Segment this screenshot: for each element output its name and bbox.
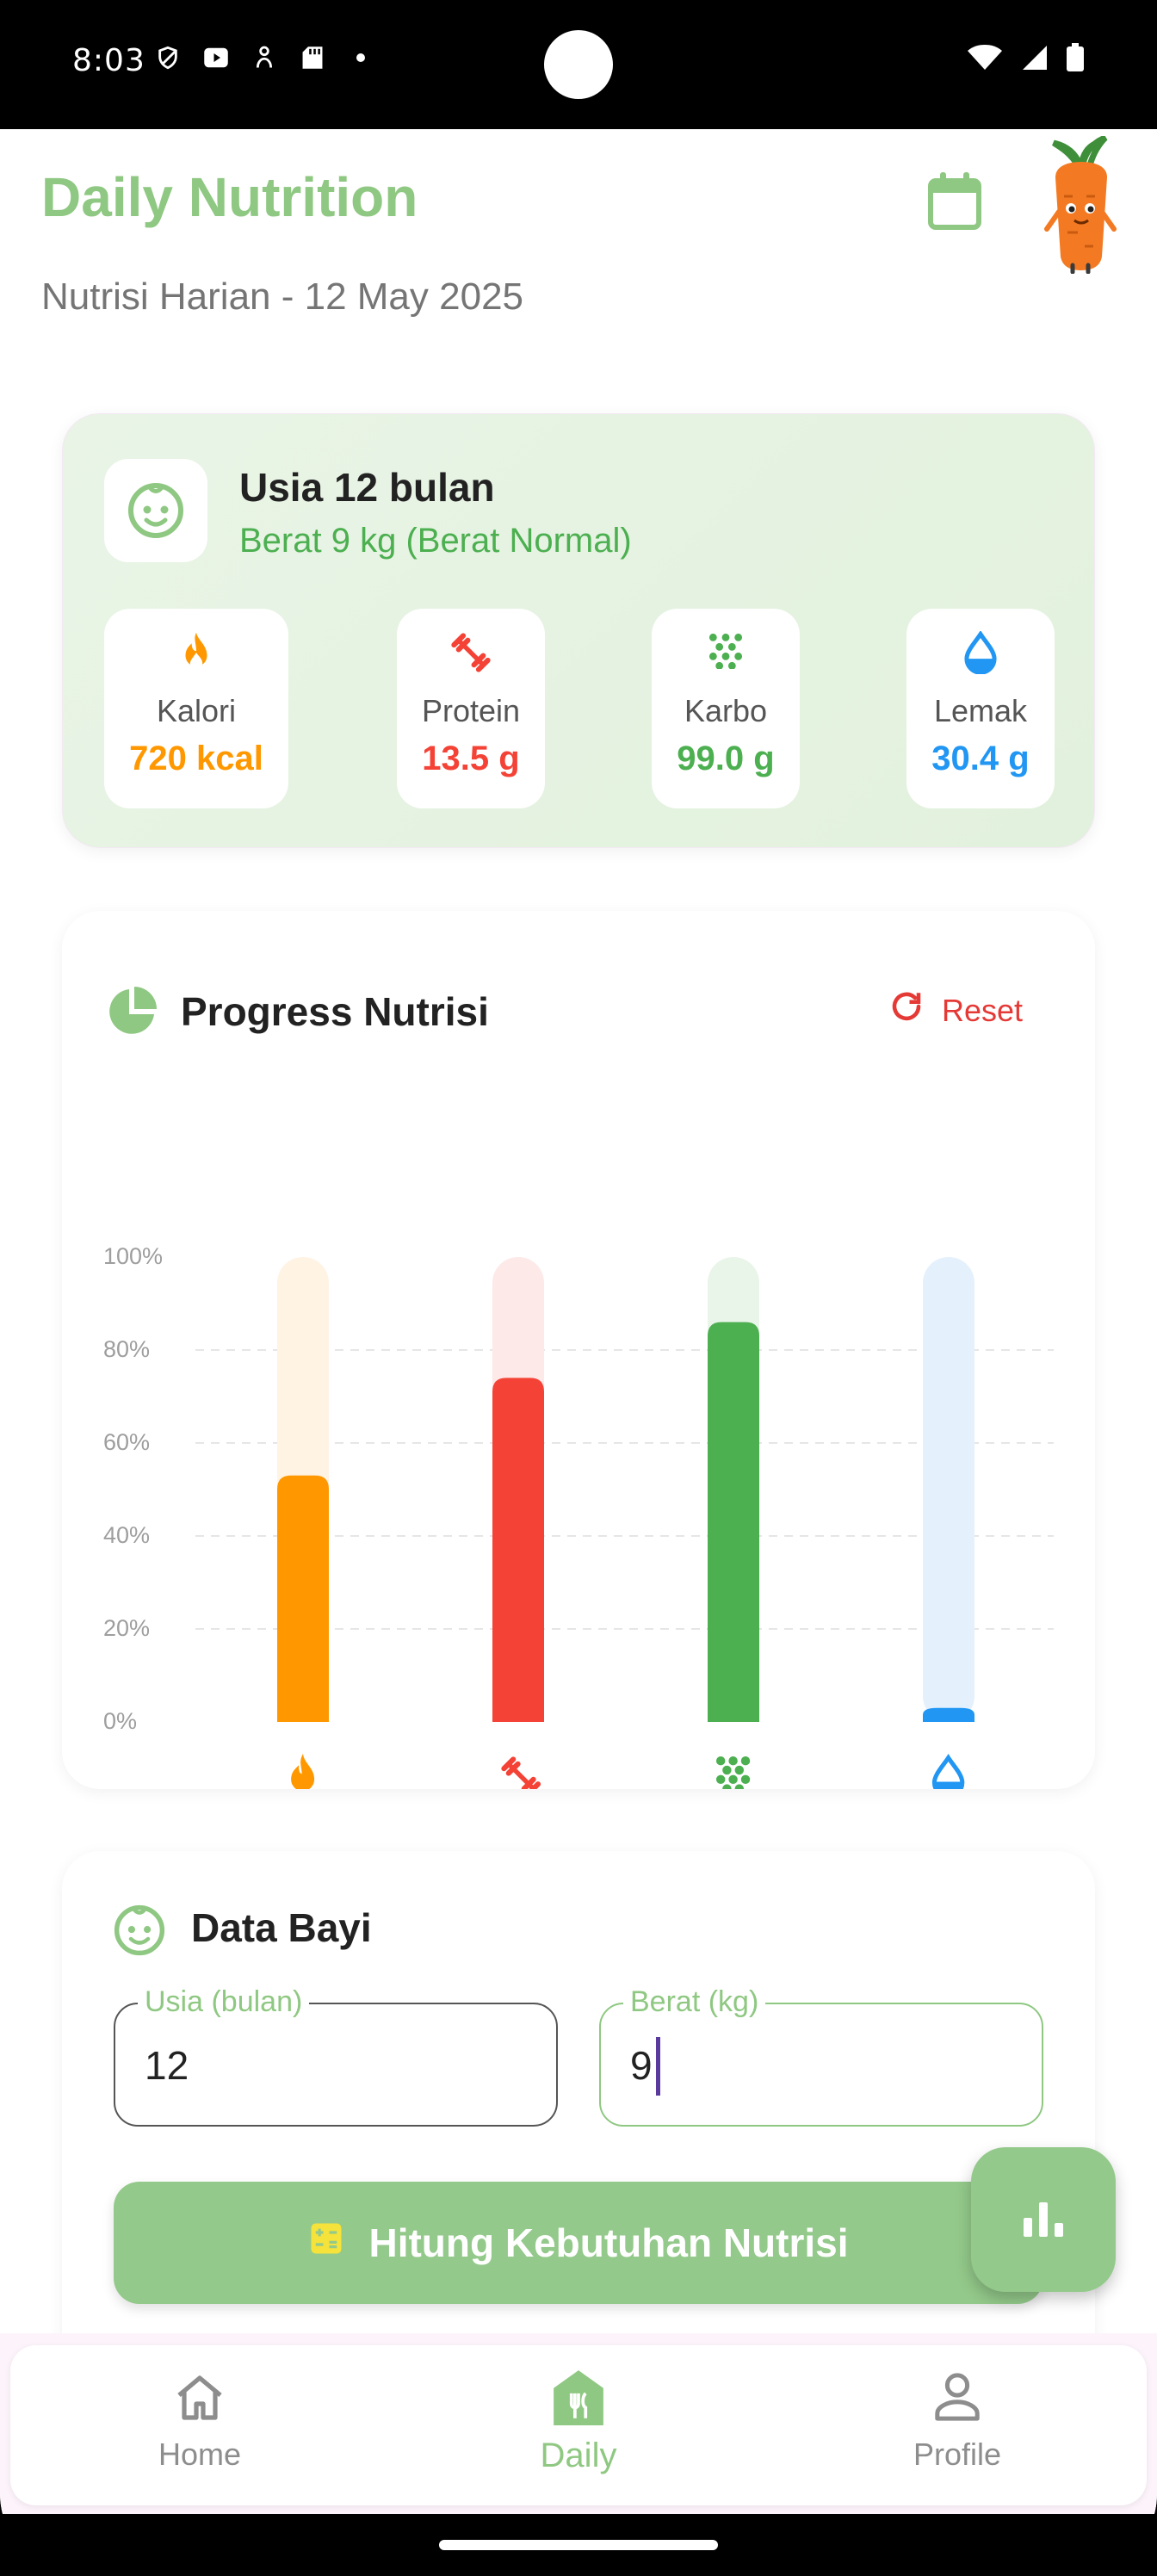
calendar-icon[interactable]: [926, 170, 983, 231]
nutrient-label: Karbo: [684, 693, 768, 728]
baby-data-card: Data Bayi Usia (bulan) Berat (kg) Hitung…: [62, 1851, 1095, 2385]
bottom-navigation: Home Daily Profile: [0, 2333, 1157, 2514]
y-tick-label: 40%: [103, 1522, 150, 1548]
sd-card-icon: [300, 45, 325, 71]
weight-field-label: Berat (kg): [623, 1985, 766, 2019]
y-tick-label: 80%: [103, 1336, 150, 1362]
restaurant-icon: [449, 2362, 708, 2431]
bar-chart-icon: [1022, 2199, 1065, 2241]
status-time: 8:03: [72, 43, 145, 78]
nutrient-value: 13.5 g: [422, 740, 520, 777]
nav-item-daily[interactable]: Daily: [449, 2362, 708, 2492]
baby-status-icon: [251, 45, 277, 71]
weight-input[interactable]: [630, 2035, 1009, 2096]
nutrient-value: 30.4 g: [931, 740, 1030, 777]
calculator-icon: [308, 2220, 344, 2266]
water-drop-icon: [906, 631, 1055, 674]
nutrient-value: 99.0 g: [677, 740, 775, 777]
profile-summary-card: Usia 12 bulan Berat 9 kg (Berat Normal) …: [62, 413, 1095, 848]
wifi-icon: [966, 44, 1004, 76]
app-screen: Daily Nutrition Nutrisi Harian - 12 May …: [0, 129, 1157, 2514]
progress-card: Progress Nutrisi Reset 0% 20% 40% 60% 80% 100…: [62, 911, 1095, 1789]
page-subtitle: Nutrisi Harian - 12 May 2025: [41, 276, 524, 318]
baby-age-text: Usia 12 bulan: [239, 465, 495, 510]
bar-kalori: [277, 1475, 329, 1722]
baby-weight-text: Berat 9 kg (Berat Normal): [239, 522, 632, 560]
play-icon: [203, 45, 229, 71]
nav-profile-label: Profile: [913, 2437, 1002, 2472]
age-field[interactable]: Usia (bulan): [114, 1985, 558, 2127]
carrot-mascot: [1033, 134, 1128, 275]
nutrient-tile-kalori: Kalori 720 kcal: [104, 609, 288, 808]
bar-track: [923, 1257, 974, 1722]
home-icon: [71, 2362, 329, 2431]
shield-icon: [155, 45, 181, 71]
water-drop-icon: [931, 1754, 965, 1789]
page-title: Daily Nutrition: [41, 166, 418, 228]
weight-field[interactable]: Berat (kg): [599, 1985, 1043, 2127]
bar-karbo: [708, 1322, 759, 1722]
person-icon: [828, 2362, 1086, 2431]
baby-data-title: Data Bayi: [191, 1905, 372, 1950]
notification-icons: [155, 45, 374, 71]
fire-icon: [104, 631, 288, 674]
fire-icon: [291, 1754, 315, 1789]
home-indicator: [439, 2540, 718, 2550]
y-tick-label: 20%: [103, 1615, 150, 1641]
dumbbell-icon: [397, 631, 545, 674]
nav-daily-label: Daily: [540, 2437, 617, 2474]
calculate-nutrition-button[interactable]: Hitung Kebutuhan Nutrisi: [114, 2182, 1043, 2304]
bar-protein: [492, 1378, 544, 1722]
nutrient-value: 720 kcal: [129, 740, 263, 777]
text-cursor: [656, 2037, 660, 2096]
nutrient-label: Lemak: [933, 693, 1028, 728]
baby-face-icon: [104, 459, 207, 562]
system-icons: [966, 43, 1085, 77]
baby-face-icon: [114, 1904, 165, 1956]
nutrient-tile-lemak: Lemak 30.4 g: [906, 609, 1055, 808]
battery-icon: [1066, 43, 1085, 77]
age-field-label: Usia (bulan): [138, 1985, 310, 2019]
nav-item-profile[interactable]: Profile: [828, 2362, 1086, 2492]
status-bar: 8:03: [0, 0, 1157, 129]
y-tick-label: 0%: [103, 1708, 137, 1734]
signal-icon: [1021, 44, 1049, 76]
phone-frame: 8:03 Daily Nutrition Nutrisi Harian - 12…: [0, 0, 1157, 2576]
nav-item-home[interactable]: Home: [71, 2362, 329, 2492]
nutrient-label: Kalori: [156, 693, 237, 728]
calculate-button-label: Hitung Kebutuhan Nutrisi: [368, 2220, 849, 2265]
grain-icon: [715, 1756, 751, 1789]
nutrient-label: Protein: [421, 693, 521, 728]
dumbbell-icon: [501, 1756, 541, 1789]
y-tick-label: 60%: [103, 1429, 150, 1455]
dot-icon: [348, 45, 374, 71]
nav-home-label: Home: [158, 2437, 242, 2472]
y-tick-label: 100%: [103, 1243, 163, 1269]
bottom-nav-bar: Home Daily Profile: [10, 2345, 1147, 2505]
bar-lemak: [923, 1707, 974, 1722]
grain-icon: [652, 631, 800, 674]
progress-bar-chart: 0%20%40%60%80%100%KaloriProteinKarboLema…: [103, 1243, 1054, 1789]
age-input[interactable]: [145, 2035, 523, 2096]
stats-fab[interactable]: [971, 2147, 1116, 2292]
front-camera: [544, 30, 613, 99]
nutrient-tile-karbo: Karbo 99.0 g: [652, 609, 800, 808]
nutrient-tile-protein: Protein 13.5 g: [397, 609, 545, 808]
